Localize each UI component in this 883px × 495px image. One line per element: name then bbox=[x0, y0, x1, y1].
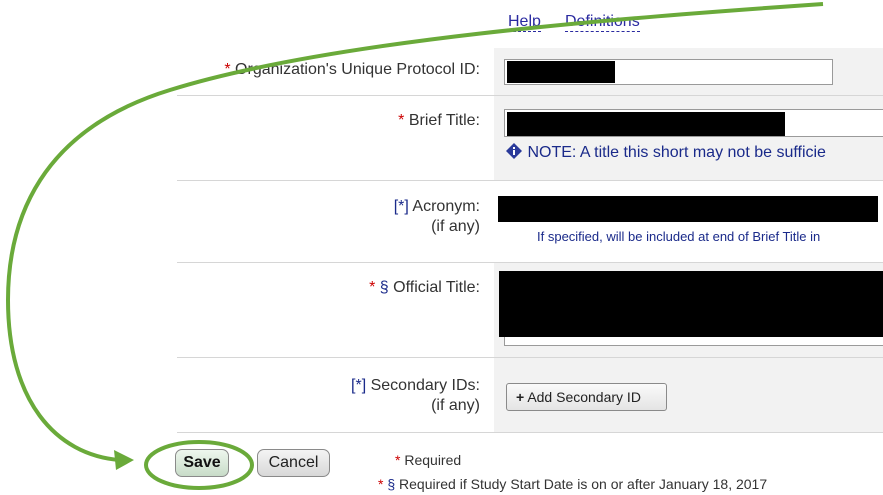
help-link[interactable]: Help bbox=[508, 13, 541, 32]
official-title-textarea[interactable] bbox=[499, 271, 883, 346]
brief-title-label: * Brief Title: bbox=[398, 112, 480, 129]
official-title-label: * § Official Title: bbox=[369, 279, 480, 296]
redacted-value bbox=[507, 112, 785, 136]
secondary-ids-label: [*] Secondary IDs: bbox=[351, 377, 480, 394]
info-diamond-icon bbox=[506, 143, 522, 159]
row-divider bbox=[177, 432, 883, 433]
definitions-link[interactable]: Definitions bbox=[565, 13, 640, 32]
row-divider bbox=[177, 180, 883, 181]
protocol-id-input[interactable] bbox=[504, 59, 833, 85]
brief-title-input[interactable] bbox=[504, 109, 883, 137]
save-button[interactable]: Save bbox=[175, 449, 229, 477]
acronym-input-redacted[interactable] bbox=[498, 196, 878, 222]
acronym-sub-label: (if any) bbox=[431, 218, 480, 235]
acronym-label: [*] Acronym: bbox=[393, 198, 480, 215]
add-secondary-id-button[interactable]: + Add Secondary ID bbox=[506, 383, 667, 411]
protocol-id-label: * Organization's Unique Protocol ID: bbox=[224, 61, 480, 78]
redacted-value bbox=[499, 271, 883, 337]
required-footnote: * Required bbox=[395, 452, 462, 468]
acronym-hint: If specified, will be included at end of… bbox=[537, 229, 821, 244]
plus-icon: + bbox=[516, 389, 525, 405]
cancel-button[interactable]: Cancel bbox=[257, 449, 330, 477]
secondary-ids-sub-label: (if any) bbox=[431, 397, 480, 414]
redacted-value bbox=[507, 61, 615, 83]
brief-title-note: NOTE: A title this short may not be suff… bbox=[505, 142, 826, 162]
section-footnote: * § Required if Study Start Date is on o… bbox=[378, 476, 768, 492]
